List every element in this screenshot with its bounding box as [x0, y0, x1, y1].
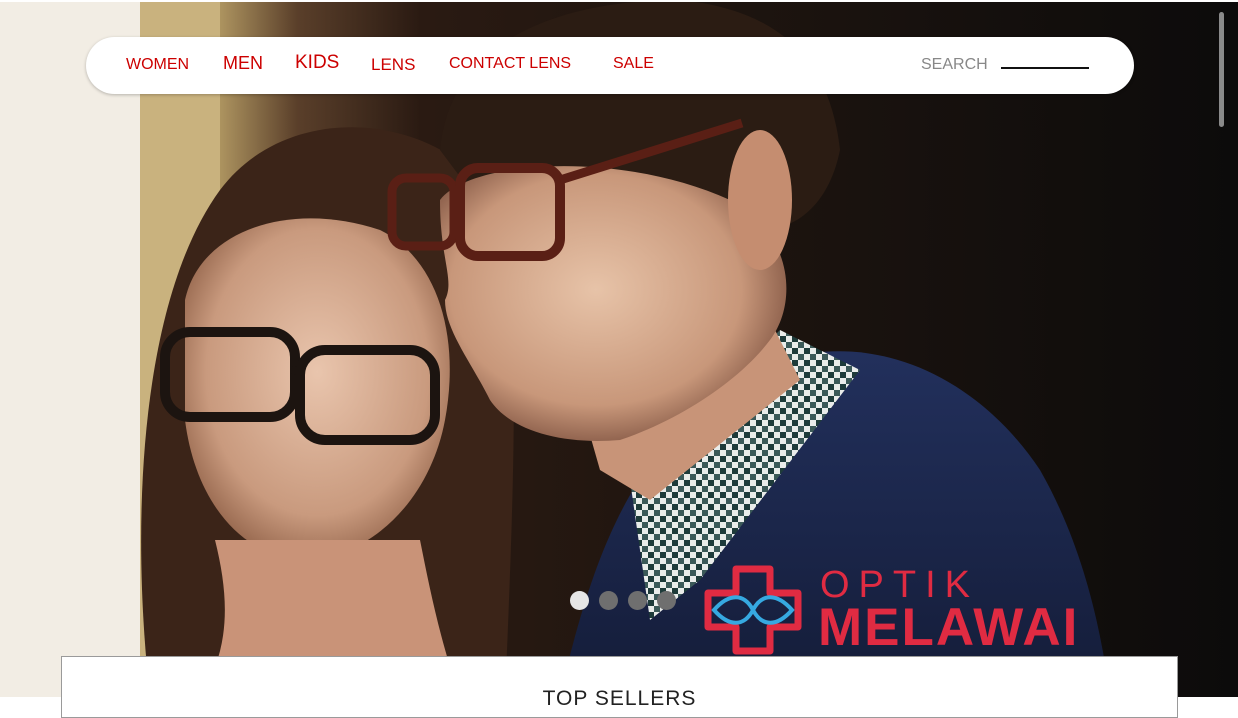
- nav-item-sale[interactable]: SALE: [613, 54, 654, 74]
- carousel-dot-1[interactable]: [570, 591, 589, 610]
- nav-item-women[interactable]: WOMEN: [126, 55, 189, 75]
- nav-item-contact-lens[interactable]: CONTACT LENS: [449, 54, 571, 74]
- carousel-dot-4[interactable]: [657, 591, 676, 610]
- nav-item-men[interactable]: MEN: [223, 53, 263, 73]
- logo-melawai-text: MELAWAI: [818, 598, 1080, 657]
- carousel-dot-2[interactable]: [599, 591, 618, 610]
- top-sellers-panel: TOP SELLERS: [61, 656, 1178, 718]
- search-label: SEARCH: [921, 56, 988, 73]
- melawai-cross-icon: [704, 565, 802, 655]
- nav-item-lens[interactable]: LENS: [371, 55, 415, 75]
- top-edge: [0, 0, 1238, 2]
- carousel-dot-3[interactable]: [628, 591, 647, 610]
- section-title: TOP SELLERS: [542, 687, 697, 710]
- search-input[interactable]: [1001, 55, 1089, 69]
- nav-item-kids[interactable]: KIDS: [295, 53, 339, 73]
- scrollbar-thumb[interactable]: [1219, 12, 1224, 127]
- main-nav: WOMEN MEN KIDS LENS CONTACT LENS SALE SE…: [86, 37, 1134, 94]
- optik-melawai-logo: OPTIK MELAWAI: [704, 565, 1174, 660]
